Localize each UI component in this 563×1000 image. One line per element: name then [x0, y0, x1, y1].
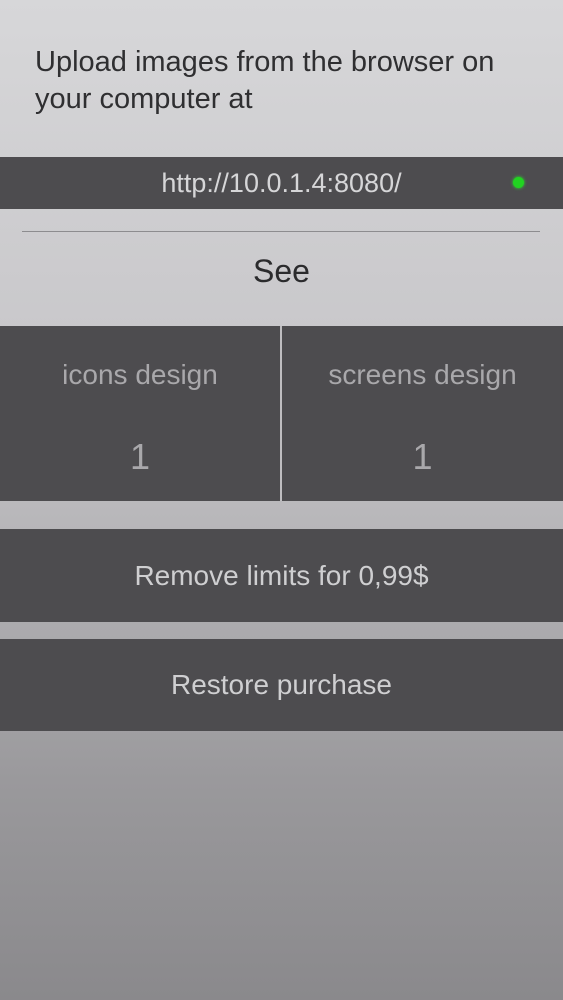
section-divider [22, 231, 540, 232]
icons-design-counter[interactable]: icons design 1 [0, 326, 280, 501]
icons-design-label: icons design [62, 359, 218, 390]
server-url-bar: http://10.0.1.4:8080/ [0, 157, 563, 209]
upload-instructions-line-1: Upload images from the browser on [35, 46, 495, 78]
see-heading: See [253, 253, 310, 289]
icons-design-count: 1 [129, 436, 151, 477]
remove-limits-button[interactable]: Remove limits for 0,99$ [0, 529, 563, 622]
upload-instructions-line-2: your computer at [35, 83, 253, 115]
upload-screen: Upload images from the browser on your c… [0, 0, 563, 1000]
screens-design-counter[interactable]: screens design 1 [282, 326, 563, 501]
screens-design-label: screens design [328, 359, 517, 390]
restore-purchase-button[interactable]: Restore purchase [0, 639, 563, 731]
stats-panel: icons design 1 screens design 1 [0, 326, 563, 501]
screens-design-count: 1 [412, 436, 433, 477]
upload-instructions: Upload images from the browser on your c… [35, 44, 535, 118]
server-status-indicator-icon [513, 177, 524, 188]
server-url[interactable]: http://10.0.1.4:8080/ [0, 157, 563, 209]
